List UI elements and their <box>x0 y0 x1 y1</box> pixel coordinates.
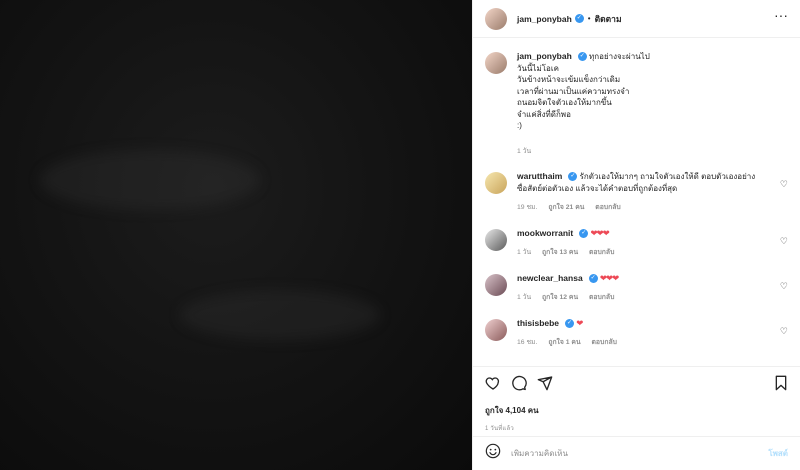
post-media[interactable] <box>0 0 472 470</box>
comment-time: 19 ชม. <box>517 204 538 211</box>
like-comment-icon[interactable]: ♡ <box>780 179 788 190</box>
comment-icon[interactable] <box>511 375 527 396</box>
comment-avatar[interactable] <box>485 172 507 194</box>
share-icon[interactable] <box>537 375 553 396</box>
heart-icon[interactable] <box>485 375 501 396</box>
comment-item: thisisbebe ✓ ❤ 16 ชม. ถูกใจ 1 คน ตอบกลับ … <box>485 318 788 349</box>
comment-item: warutthaim ✓ รักตัวเองให้มากๆ ถามใจตัวเอง… <box>485 171 788 214</box>
comment-username[interactable]: newclear_hansa <box>517 273 583 283</box>
comment-likes[interactable]: ถูกใจ 12 คน <box>542 294 578 301</box>
like-comment-icon[interactable]: ♡ <box>780 326 788 337</box>
comments-list[interactable]: jam_ponybah ✓ ทุกอย่างจะผ่านไป วันนี้ไม่โ… <box>473 39 800 365</box>
comment-time: 1 วัน <box>517 294 532 301</box>
caption-avatar[interactable] <box>485 52 507 74</box>
follow-button[interactable]: ติดตาม <box>595 12 622 26</box>
post-timestamp: 1 วันที่แล้ว <box>485 426 514 432</box>
caption-line: เวลาที่ผ่านมาเป็นแค่ความทรงจำ <box>517 86 630 96</box>
reply-button[interactable]: ตอบกลับ <box>589 249 614 256</box>
verified-icon: ✓ <box>577 52 587 62</box>
comment-text: ❤ <box>576 317 583 328</box>
bookmark-icon[interactable] <box>774 375 788 396</box>
author-username[interactable]: jam_ponybah <box>517 14 572 24</box>
more-options-icon[interactable]: ··· <box>774 8 788 22</box>
verified-icon: ✓ <box>579 228 589 238</box>
caption-line: จำแค่สิ่งที่ดีก็พอ <box>517 109 571 119</box>
reply-button[interactable]: ตอบกลับ <box>592 339 617 346</box>
caption-line: ทุกอย่างจะผ่านไป <box>589 52 650 61</box>
comment-item: newclear_hansa ✓ ❤❤❤ 1 วัน ถูกใจ 12 คน ตอ… <box>485 273 788 304</box>
comment-likes[interactable]: ถูกใจ 21 คน <box>548 204 584 211</box>
likes-count[interactable]: ถูกใจ 4,104 คน <box>485 404 788 417</box>
like-comment-icon[interactable]: ♡ <box>780 281 788 292</box>
caption-line: วันข้างหน้าจะเข้มแข็งกว่าเดิม <box>517 75 621 84</box>
reply-button[interactable]: ตอบกลับ <box>595 204 620 211</box>
comment-likes[interactable]: ถูกใจ 1 คน <box>548 339 580 346</box>
verified-icon: ✓ <box>574 14 584 23</box>
comment-item: mookworranit ✓ ❤❤❤ 1 วัน ถูกใจ 13 คน ตอบก… <box>485 228 788 259</box>
caption-line: :) <box>517 121 522 130</box>
like-comment-icon[interactable]: ♡ <box>780 236 788 247</box>
verified-icon: ✓ <box>565 318 575 328</box>
separator-dot: • <box>587 14 591 23</box>
comment-text: ❤❤❤ <box>599 272 619 283</box>
comment-avatar[interactable] <box>485 273 507 296</box>
caption-line: วันนี้ไม่โอเค <box>517 63 559 73</box>
post-side-panel: jam_ponybah ✓ • ติดตาม ··· jam_ponybah ✓ … <box>472 0 800 470</box>
comment-input[interactable] <box>511 449 769 458</box>
comment-time: 16 ชม. <box>517 339 538 346</box>
add-comment-bar: โพสต์ <box>473 436 800 470</box>
comment-avatar[interactable] <box>485 318 507 341</box>
comment-avatar[interactable] <box>485 228 507 251</box>
author-avatar[interactable] <box>485 7 507 30</box>
caption: jam_ponybah ✓ ทุกอย่างจะผ่านไป วันนี้ไม่โ… <box>485 51 788 157</box>
caption-time: 1 วัน <box>517 147 532 155</box>
caption-line: ถนอมจิตใจตัวเองให้มากขึ้น <box>517 98 612 107</box>
comment-text: ❤❤❤ <box>590 227 609 238</box>
post-comment-button[interactable]: โพสต์ <box>768 447 788 460</box>
comment-username[interactable]: warutthaim <box>517 171 562 181</box>
post-actions: ถูกใจ 4,104 คน 1 วันที่แล้ว <box>473 366 800 433</box>
comment-time: 1 วัน <box>517 249 532 256</box>
post-header: jam_ponybah ✓ • ติดตาม ··· <box>473 0 800 38</box>
comment-username[interactable]: thisisbebe <box>517 318 559 328</box>
verified-icon: ✓ <box>588 273 598 283</box>
comment-username[interactable]: mookworranit <box>517 228 573 238</box>
caption-username[interactable]: jam_ponybah <box>517 51 572 61</box>
verified-icon: ✓ <box>568 172 578 182</box>
emoji-icon[interactable] <box>485 443 501 464</box>
comment-likes[interactable]: ถูกใจ 13 คน <box>542 249 578 256</box>
reply-button[interactable]: ตอบกลับ <box>589 294 614 301</box>
